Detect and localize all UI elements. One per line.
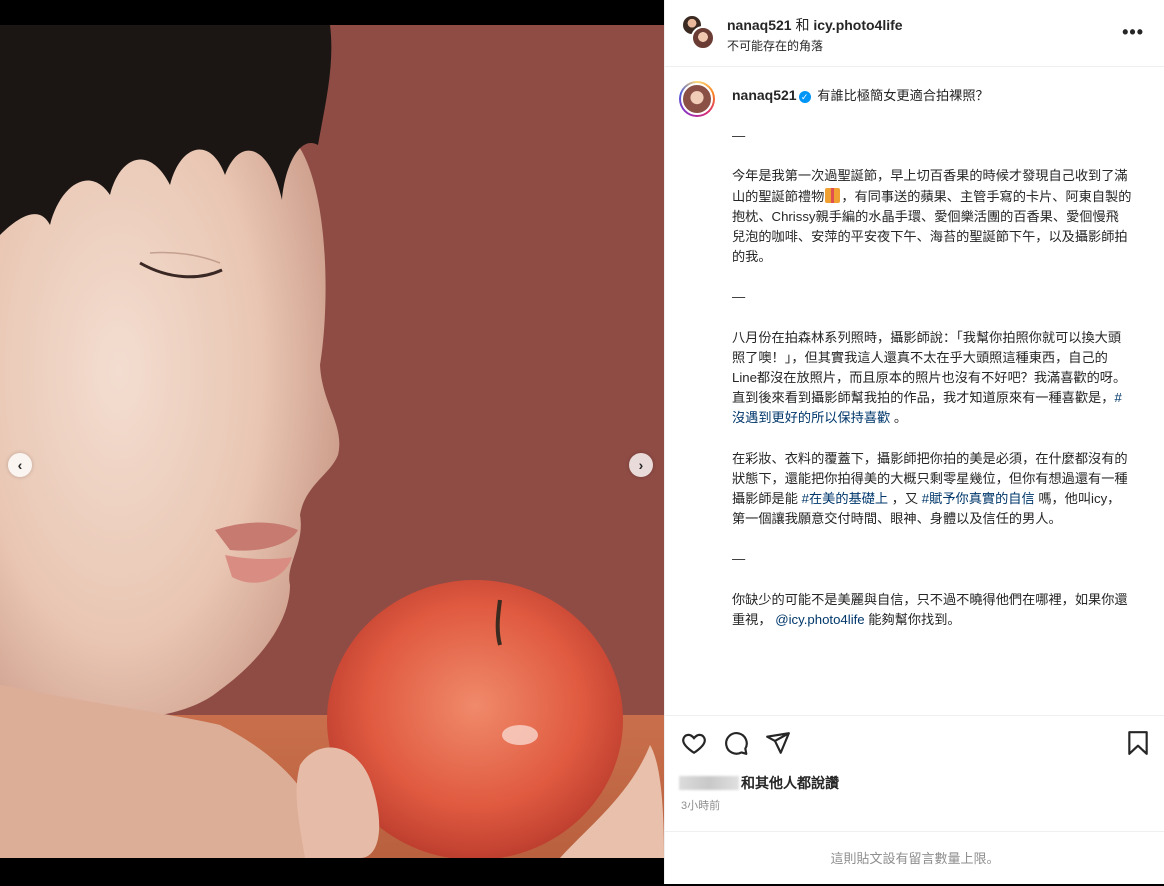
caption-line: — [732, 551, 746, 567]
caption-line: — [732, 289, 746, 305]
caption-line: 八月份在拍森林系列照時，攝影師說：「我幫你拍照你就可以換大頭照了噢！」，但其實我… [732, 329, 1127, 406]
comment-icon[interactable] [723, 730, 749, 756]
caption-line: — [732, 128, 746, 144]
chevron-right-icon: › [638, 457, 644, 473]
collab-avatars[interactable] [681, 14, 717, 54]
post-side-panel: nanaq521 和 icy.photo4life 不可能存在的角落 ••• n… [664, 0, 1164, 884]
post-timestamp[interactable]: 3小時前 [681, 797, 720, 813]
caption-line: 。 [893, 410, 908, 426]
top-letterbox [0, 0, 664, 25]
caption-text: nanaq521 ✓ 有誰比極簡女更適合拍裸照？ — 今年是我第一次過聖誕節，早上… [732, 85, 1132, 630]
caption-line: ，又 [891, 491, 919, 507]
bottom-letterbox [0, 858, 664, 884]
mention-link[interactable]: @icy.photo4life [775, 612, 864, 627]
caption-line: 有誰比極簡女更適合拍裸照？ [817, 88, 989, 103]
post-actions: 和其他人都說讚 3小時前 [665, 715, 1164, 831]
caption-line: 能夠幫你找到。 [868, 611, 961, 627]
avatar[interactable] [691, 26, 715, 50]
chevron-left-icon: ‹ [17, 457, 23, 473]
share-icon[interactable] [765, 730, 791, 756]
previous-image-button[interactable]: ‹ [8, 453, 32, 477]
blurred-username [679, 776, 739, 790]
post-header: nanaq521 和 icy.photo4life 不可能存在的角落 ••• [665, 0, 1164, 67]
verified-badge-icon: ✓ [798, 91, 811, 103]
portrait-photo [0, 25, 664, 858]
comments-limited-notice: 這則貼文設有留言數量上限。 [665, 831, 1164, 884]
collab-usernames: nanaq521 和 icy.photo4life [727, 15, 903, 35]
likes-summary[interactable]: 和其他人都說讚 [679, 773, 839, 793]
avatar[interactable] [679, 81, 715, 117]
username-link[interactable]: nanaq521 [732, 87, 797, 103]
more-icon[interactable]: ••• [1122, 23, 1144, 41]
bookmark-icon[interactable] [1125, 730, 1151, 756]
hashtag-link[interactable]: #賦予你真實的自信 [922, 491, 1035, 506]
conjunction-text: 和 [795, 17, 810, 33]
likes-text: 和其他人都說讚 [741, 775, 839, 791]
post-modal: ‹ › nanaq521 和 icy.photo4life 不可能存在的角落 •… [0, 0, 1164, 884]
location-link[interactable]: 不可能存在的角落 [727, 37, 823, 54]
caption-section: nanaq521 ✓ 有誰比極簡女更適合拍裸照？ — 今年是我第一次過聖誕節，早上… [665, 67, 1164, 715]
gift-emoji-icon [825, 187, 841, 203]
hashtag-link[interactable]: #在美的基礎上 [802, 491, 888, 506]
post-image: ‹ › [0, 25, 664, 858]
username-link[interactable]: icy.photo4life [813, 17, 902, 33]
heart-icon[interactable] [681, 730, 707, 756]
username-link[interactable]: nanaq521 [727, 17, 792, 33]
next-image-button[interactable]: › [629, 453, 653, 477]
